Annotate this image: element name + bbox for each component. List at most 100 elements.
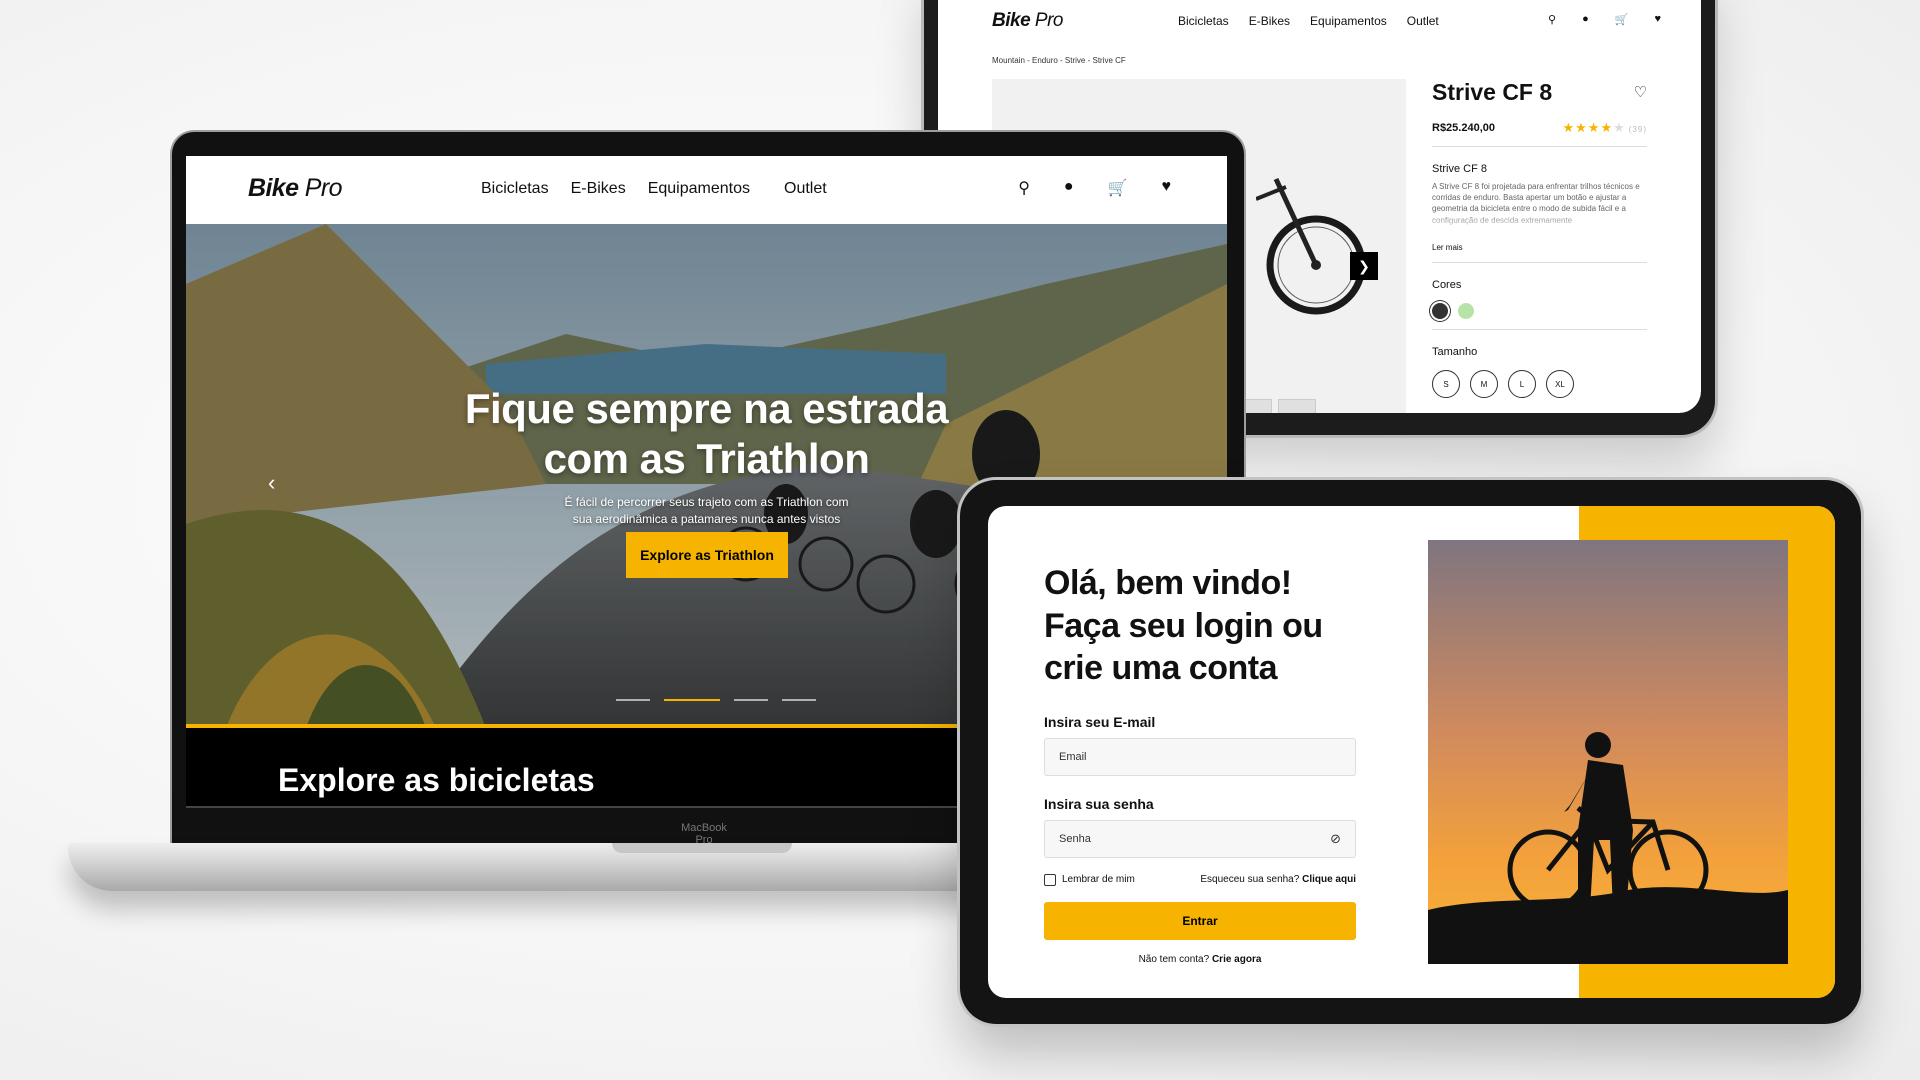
laptop-model-label: MacBook Pro — [681, 822, 727, 846]
thumbnail[interactable] — [1278, 399, 1316, 413]
login-title-line: Olá, bem vindo! — [1044, 564, 1292, 602]
password-field[interactable]: Senha ⊘ — [1044, 819, 1356, 858]
nav-item-outlet[interactable]: Outlet — [1407, 14, 1439, 28]
divider — [1432, 329, 1647, 330]
user-icon[interactable]: ● — [1582, 13, 1589, 26]
header-icons: ⚲ ● 🛒 ♥ — [1548, 13, 1661, 26]
color-swatches — [1432, 303, 1647, 319]
login-button[interactable]: Entrar — [1044, 901, 1356, 940]
colors-label: Cores — [1432, 279, 1462, 291]
description-text: A Strive CF 8 foi projetada para enfrent… — [1432, 181, 1647, 233]
chevron-left-icon[interactable]: ‹ — [268, 470, 275, 496]
thumbnail-strip — [1234, 399, 1316, 413]
next-image-button[interactable]: ❯ — [1350, 252, 1378, 280]
cart-icon[interactable]: 🛒 — [1108, 178, 1128, 198]
size-option-m[interactable]: M — [1470, 370, 1498, 398]
slide-indicator-active[interactable] — [664, 699, 720, 701]
hero-title-line: com as Triathlon — [543, 435, 870, 483]
section-title: Explore as bicicletas — [278, 762, 595, 798]
slide-indicators — [616, 699, 816, 701]
hero-title: Fique sempre na estrada com as Triathlon — [186, 384, 1227, 485]
login-title: Olá, bem vindo! Faça seu login ou crie u… — [1044, 562, 1356, 690]
product-info: Strive CF 8 ♡ R$25.240,00 ★★★★★ (39) Stri… — [1432, 79, 1647, 398]
star-icon: ★ — [1575, 120, 1588, 135]
forgot-password: Esqueceu sua senha? Clique aqui — [1200, 874, 1356, 885]
login-title-line: crie uma conta — [1044, 649, 1277, 687]
email-field[interactable]: Email — [1044, 737, 1356, 776]
divider — [1432, 146, 1647, 147]
rating-stars: ★★★★★ (39) — [1562, 120, 1647, 136]
remember-me-label: Lembrar de mim — [1062, 874, 1135, 885]
logo[interactable]: Bike Pro — [248, 174, 342, 203]
logo[interactable]: Bike Pro — [992, 10, 1064, 32]
login-photo — [1428, 540, 1788, 964]
size-label: Tamanho — [1432, 346, 1478, 358]
login-title-line: Faça seu login ou — [1044, 606, 1323, 645]
login-form: Olá, bem vindo! Faça seu login ou crie u… — [1044, 562, 1356, 965]
heart-icon[interactable]: ♥ — [1654, 13, 1661, 26]
main-menu: Bicicletas E-Bikes Equipamentos Outlet — [1178, 14, 1439, 28]
logo-bold: Bike — [992, 10, 1031, 31]
logo-light: Pro — [1034, 10, 1064, 31]
email-placeholder: Email — [1059, 750, 1087, 763]
signup-text: Não tem conta? — [1138, 953, 1210, 965]
explore-triathlon-button[interactable]: Explore as Triathlon — [626, 532, 788, 578]
nav-item-ebikes[interactable]: E-Bikes — [571, 180, 626, 198]
forgot-password-text: Esqueceu sua senha? — [1200, 874, 1300, 885]
size-option-l[interactable]: L — [1508, 370, 1536, 398]
slide-indicator[interactable] — [782, 699, 816, 701]
eye-off-icon[interactable]: ⊘ — [1330, 831, 1341, 847]
password-placeholder: Senha — [1059, 832, 1091, 845]
nav-item-equipamentos[interactable]: Equipamentos — [1310, 14, 1387, 28]
signup-link[interactable]: Crie agora — [1212, 954, 1261, 965]
divider — [1432, 262, 1647, 263]
remember-me-checkbox[interactable]: Lembrar de mim — [1044, 873, 1135, 886]
login-page: Olá, bem vindo! Faça seu login ou crie u… — [988, 506, 1835, 998]
ipad-device: Olá, bem vindo! Faça seu login ou crie u… — [960, 480, 1861, 1024]
review-count: (39) — [1628, 125, 1647, 134]
slide-indicator[interactable] — [616, 699, 650, 701]
nav-item-ebikes[interactable]: E-Bikes — [1249, 14, 1290, 28]
user-icon[interactable]: ● — [1064, 178, 1074, 198]
color-swatch-dark[interactable] — [1432, 303, 1448, 319]
signup-prompt: Não tem conta? Crie agora — [1044, 954, 1356, 965]
logo-light: Pro — [304, 174, 343, 202]
star-icon: ★ — [1562, 120, 1576, 135]
star-icon: ★ — [1600, 120, 1614, 135]
forgot-password-link[interactable]: Clique aqui — [1302, 874, 1356, 885]
star-icon: ★ — [1587, 120, 1601, 135]
size-options: S M L XL — [1432, 370, 1647, 398]
chevron-right-icon: ❯ — [1358, 257, 1370, 274]
breadcrumb[interactable]: Mountain - Enduro - Strive - Strive CF — [992, 56, 1126, 65]
site-header: Bike Pro Bicicletas E-Bikes Equipamentos… — [186, 156, 1227, 224]
size-option-xl[interactable]: XL — [1546, 370, 1574, 398]
nav-item-equipamentos[interactable]: Equipamentos — [648, 180, 750, 198]
star-icon: ★ — [1613, 120, 1626, 135]
wishlist-heart-icon[interactable]: ♡ — [1634, 83, 1647, 101]
tablet-navbar: Bike Pro Bicicletas E-Bikes Equipamentos… — [938, 10, 1701, 32]
size-option-s[interactable]: S — [1432, 370, 1460, 398]
heart-icon[interactable]: ♥ — [1162, 178, 1172, 198]
bike-image — [1256, 177, 1366, 315]
login-options: Lembrar de mim Esqueceu sua senha? Cliqu… — [1044, 873, 1356, 886]
email-label: Insira seu E-mail — [1044, 713, 1156, 730]
read-more-link[interactable]: Ler mais — [1432, 243, 1647, 252]
header-icons: ⚲ ● 🛒 ♥ — [1018, 178, 1171, 198]
nav-item-bicicletas[interactable]: Bicicletas — [481, 180, 549, 198]
password-label: Insira sua senha — [1044, 795, 1154, 812]
description-title: Strive CF 8 — [1432, 163, 1488, 175]
main-menu: Bicicletas E-Bikes Equipamentos Outlet — [481, 180, 827, 198]
logo-bold: Bike — [248, 174, 299, 202]
cart-icon[interactable]: 🛒 — [1615, 13, 1629, 26]
checkbox-icon — [1044, 873, 1056, 886]
search-icon[interactable]: ⚲ — [1548, 13, 1556, 26]
price: R$25.240,00 — [1432, 122, 1495, 134]
nav-item-outlet[interactable]: Outlet — [784, 180, 827, 198]
hero-title-line: Fique sempre na estrada — [464, 385, 949, 432]
slide-indicator[interactable] — [734, 699, 768, 701]
product-title: Strive CF 8 — [1432, 79, 1553, 105]
nav-item-bicicletas[interactable]: Bicicletas — [1178, 14, 1229, 28]
search-icon[interactable]: ⚲ — [1018, 178, 1030, 198]
color-swatch-green[interactable] — [1458, 303, 1474, 319]
price-row: R$25.240,00 ★★★★★ (39) — [1432, 120, 1647, 136]
